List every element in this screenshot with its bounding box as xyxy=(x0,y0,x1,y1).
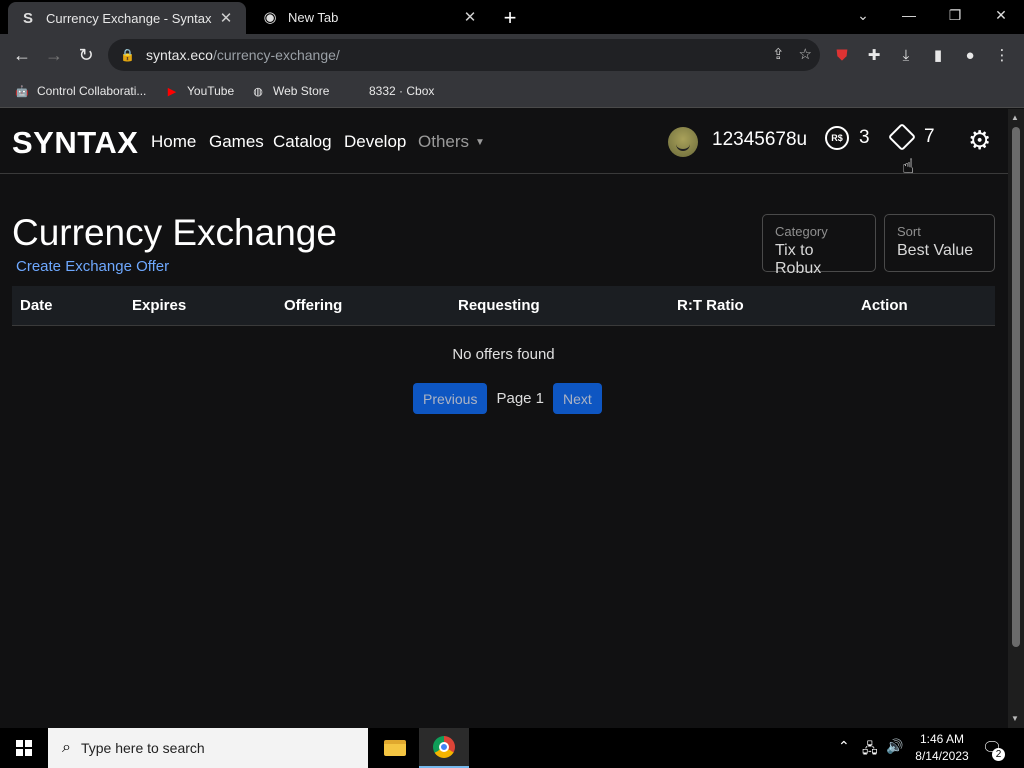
pagination: Previous Page 1 Next xyxy=(413,383,602,414)
bookmark-control-collaboration[interactable]: 🤖 Control Collaborati... xyxy=(14,83,146,99)
address-bar[interactable]: 🔒 syntax.eco/currency-exchange/ ⇪ ☆ xyxy=(108,39,820,71)
clock-time: 1:46 AM xyxy=(919,732,965,746)
gear-icon[interactable]: ⚙ xyxy=(968,125,991,156)
site-logo[interactable]: SYNTAX xyxy=(12,125,138,161)
youtube-icon: ▶ xyxy=(167,85,177,98)
windows-taskbar: ⌕ Type here to search ⌃ 🖧 🔊 1:46 AM 8/14… xyxy=(0,728,1024,768)
url-path: /currency-exchange/ xyxy=(212,47,340,63)
taskbar-search-box[interactable]: ⌕ Type here to search xyxy=(48,728,368,768)
robux-icon: R$ xyxy=(825,126,849,150)
search-placeholder: Type here to search xyxy=(80,740,205,756)
bookmark-web-store[interactable]: ◍ Web Store xyxy=(250,83,329,99)
tab-currency-exchange[interactable]: S Currency Exchange - Syntax ✕ xyxy=(8,2,246,34)
page-content: SYNTAX Home Games Catalog Develop Others… xyxy=(0,109,1008,728)
scroll-up-icon[interactable]: ▲ xyxy=(1011,113,1019,122)
url-host: syntax.eco xyxy=(146,47,213,63)
web-store-icon: ◍ xyxy=(253,85,263,98)
nav-home[interactable]: Home xyxy=(151,132,196,152)
volume-icon[interactable]: 🔊 xyxy=(886,738,903,755)
menu-kebab-icon[interactable]: ⋮ xyxy=(992,45,1012,65)
avatar[interactable] xyxy=(668,127,698,157)
search-icon: ⌕ xyxy=(62,739,71,756)
network-icon[interactable]: 🖧 xyxy=(862,738,878,762)
bookmark-star-icon[interactable]: ☆ xyxy=(799,45,812,63)
tix-balance[interactable]: 7 xyxy=(887,122,935,152)
site-navbar: SYNTAX Home Games Catalog Develop Others… xyxy=(0,109,1008,174)
category-select[interactable]: Category Tix to Robux xyxy=(762,214,876,277)
caret-down-icon: ▼ xyxy=(475,137,485,149)
close-icon[interactable]: ✕ xyxy=(216,9,236,27)
tix-ticket-icon xyxy=(887,122,917,152)
hand-cursor-icon: ☝ xyxy=(902,156,915,178)
download-icon[interactable]: ⤓ xyxy=(896,45,916,65)
minimize-icon[interactable]: — xyxy=(886,0,932,30)
column-offering: Offering xyxy=(284,297,343,314)
username[interactable]: 12345678u xyxy=(712,129,807,151)
next-button[interactable]: Next xyxy=(553,383,602,414)
tab-title: Currency Exchange - Syntax xyxy=(46,10,212,26)
windows-start-icon[interactable] xyxy=(0,728,48,768)
sort-value: Best Value xyxy=(897,242,974,259)
column-requesting: Requesting xyxy=(458,297,540,314)
lock-icon: 🔒 xyxy=(120,48,135,62)
column-date: Date xyxy=(20,297,53,314)
forward-arrow-icon[interactable]: → xyxy=(42,43,66,67)
syntax-favicon-icon: S xyxy=(22,9,33,27)
bookmark-cbox[interactable]: 8332 · Cbox xyxy=(346,83,434,99)
sort-label: Sort xyxy=(897,224,921,239)
nav-catalog[interactable]: Catalog xyxy=(273,132,332,152)
page-indicator: Page 1 xyxy=(496,390,545,407)
tab-new-tab[interactable]: ◉ New Tab ✕ xyxy=(250,0,490,34)
bookmarks-bar: 🤖 Control Collaborati... ▶ YouTube ◍ Web… xyxy=(0,76,1024,108)
column-action: Action xyxy=(861,297,908,314)
extensions-puzzle-icon[interactable]: ✚ xyxy=(864,45,884,65)
side-panel-icon[interactable]: ▮ xyxy=(928,45,948,65)
new-tab-plus-icon[interactable]: + xyxy=(498,5,522,31)
column-expires: Expires xyxy=(132,297,187,314)
share-icon[interactable]: ⇪ xyxy=(772,45,785,63)
sort-select[interactable]: Sort Best Value xyxy=(884,214,995,272)
reload-icon[interactable]: ↻ xyxy=(74,43,98,67)
taskbar-clock[interactable]: 1:46 AM 8/14/2023 xyxy=(912,731,972,765)
bookmark-youtube[interactable]: ▶ YouTube xyxy=(164,83,234,99)
column-rt-ratio: R:T Ratio xyxy=(677,297,744,314)
cbox-icon xyxy=(346,83,362,99)
file-explorer-icon[interactable] xyxy=(370,728,420,768)
chrome-taskbar-icon[interactable] xyxy=(419,728,469,768)
create-exchange-offer-link[interactable]: Create Exchange Offer xyxy=(16,258,169,275)
tab-title: New Tab xyxy=(288,9,339,25)
nav-others-dropdown[interactable]: Others ▼ xyxy=(418,132,485,152)
close-icon[interactable]: ✕ xyxy=(460,8,480,26)
browser-tab-bar: S Currency Exchange - Syntax ✕ ◉ New Tab… xyxy=(0,0,1024,34)
robot-icon: 🤖 xyxy=(15,85,29,98)
notification-count: 2 xyxy=(992,748,1005,761)
scroll-down-icon[interactable]: ▼ xyxy=(1011,714,1019,723)
scroll-thumb[interactable] xyxy=(1012,127,1020,647)
profile-avatar-icon[interactable]: ● xyxy=(960,45,980,65)
chrome-icon: ◉ xyxy=(263,9,277,26)
nav-games[interactable]: Games xyxy=(209,132,264,152)
previous-button[interactable]: Previous xyxy=(413,383,488,414)
tab-search-chevron-icon[interactable]: ⌄ xyxy=(840,0,886,30)
page-scrollbar[interactable]: ▲ ▼ xyxy=(1008,109,1024,728)
clock-date: 8/14/2023 xyxy=(915,749,969,763)
offers-table-header: Date Expires Offering Requesting R:T Rat… xyxy=(12,286,995,326)
nav-develop[interactable]: Develop xyxy=(344,132,406,152)
robux-balance[interactable]: R$ 3 xyxy=(825,126,870,150)
page-title: Currency Exchange xyxy=(12,212,337,253)
tray-chevron-up-icon[interactable]: ⌃ xyxy=(838,738,850,755)
ublock-origin-icon[interactable]: ⛊ xyxy=(832,45,852,65)
window-close-icon[interactable]: ✕ xyxy=(978,0,1024,30)
browser-toolbar: ← → ↻ 🔒 syntax.eco/currency-exchange/ ⇪ … xyxy=(0,34,1024,76)
back-arrow-icon[interactable]: ← xyxy=(10,43,34,67)
category-label: Category xyxy=(775,224,828,239)
empty-message: No offers found xyxy=(452,346,555,363)
restore-icon[interactable]: ❐ xyxy=(932,0,978,30)
category-value: Tix to Robux xyxy=(775,242,822,277)
